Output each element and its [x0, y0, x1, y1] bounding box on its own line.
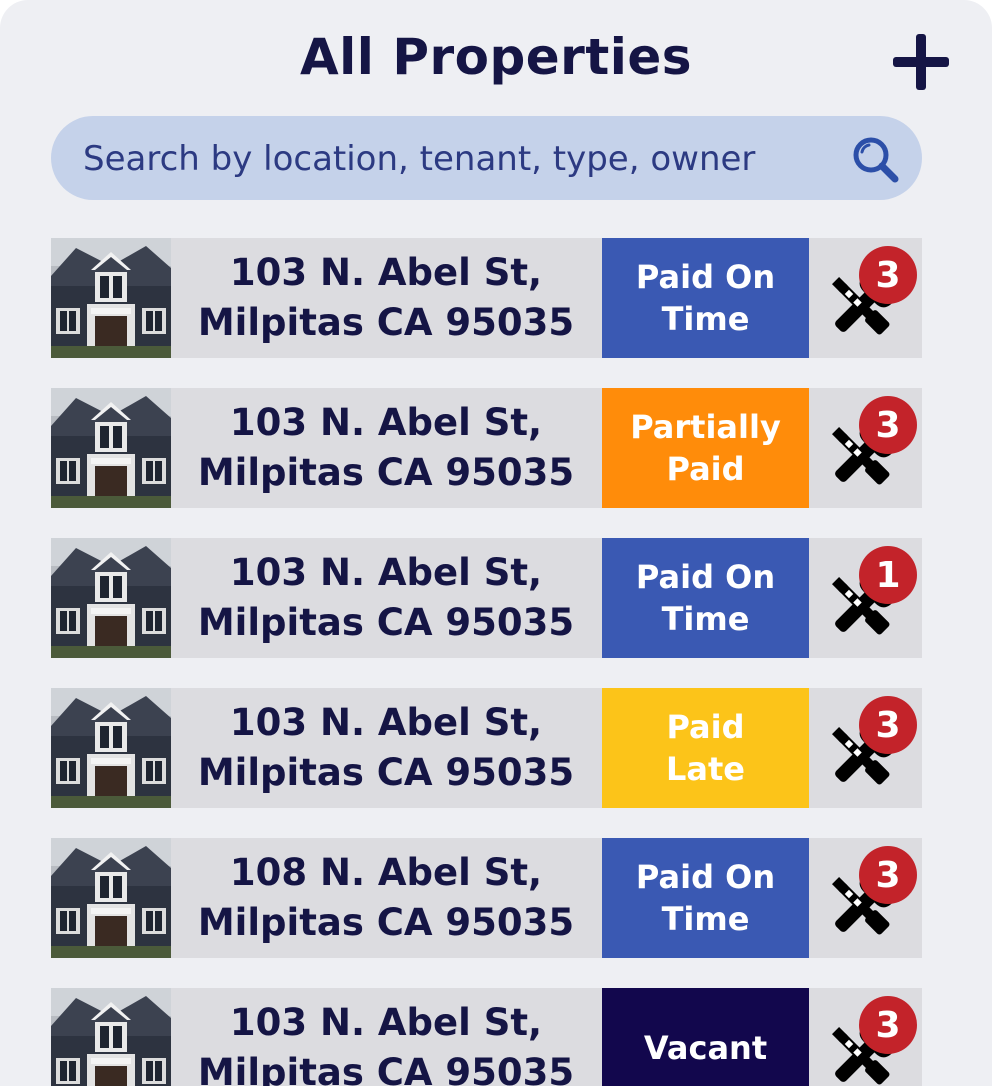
property-address: 103 N. Abel St, Milpitas CA 95035	[171, 988, 601, 1086]
payment-status-label: Vacant	[643, 1029, 768, 1067]
property-photo	[51, 238, 171, 358]
maintenance-count-badge: 3	[859, 396, 917, 454]
property-photo	[51, 388, 171, 508]
property-photo	[51, 988, 171, 1086]
property-photo	[51, 838, 171, 958]
payment-status-badge[interactable]: Paid On Time	[602, 538, 809, 658]
property-row[interactable]: 103 N. Abel St, Milpitas CA 95035 Paid O…	[51, 238, 922, 358]
address-line-2: Milpitas CA 95035	[197, 1051, 575, 1086]
address-line-1: 103 N. Abel St,	[229, 1001, 543, 1044]
maintenance-button[interactable]: 3	[823, 688, 922, 808]
payment-status-label: Paid Late	[666, 708, 745, 788]
payment-status-label: Partially Paid	[630, 408, 781, 488]
property-row[interactable]: 103 N. Abel St, Milpitas CA 95035 Paid La…	[51, 688, 922, 808]
maintenance-button[interactable]: 1	[823, 538, 922, 658]
maintenance-count-badge: 3	[859, 996, 917, 1054]
address-line-2: Milpitas CA 95035	[197, 751, 575, 794]
maintenance-count-badge: 3	[859, 846, 917, 904]
plus-icon[interactable]	[893, 34, 949, 90]
property-address: 103 N. Abel St, Milpitas CA 95035	[171, 538, 601, 658]
property-address: 103 N. Abel St, Milpitas CA 95035	[171, 238, 601, 358]
search-bar[interactable]	[51, 116, 922, 202]
maintenance-button[interactable]: 3	[823, 988, 922, 1086]
property-address: 103 N. Abel St, Milpitas CA 95035	[171, 688, 601, 808]
property-row[interactable]: 103 N. Abel St, Milpitas CA 95035 Vacant…	[51, 988, 922, 1086]
address-line-1: 103 N. Abel St,	[229, 701, 543, 744]
address-line-1: 103 N. Abel St,	[229, 401, 543, 444]
payment-status-label: Paid On Time	[635, 858, 776, 938]
payment-status-badge[interactable]: Paid Late	[602, 688, 809, 808]
maintenance-button[interactable]: 3	[823, 238, 922, 358]
property-photo	[51, 538, 171, 658]
properties-screen: All Properties 103 N. Abel St, Milpitas …	[0, 0, 992, 1086]
maintenance-button[interactable]: 3	[823, 838, 922, 958]
search-icon[interactable]	[850, 134, 900, 184]
payment-status-label: Paid On Time	[635, 558, 776, 638]
maintenance-button[interactable]: 3	[823, 388, 922, 508]
address-line-2: Milpitas CA 95035	[197, 301, 575, 344]
maintenance-count-badge: 1	[859, 546, 917, 604]
address-line-2: Milpitas CA 95035	[197, 601, 575, 644]
address-line-1: 103 N. Abel St,	[229, 251, 543, 294]
payment-status-badge[interactable]: Partially Paid	[602, 388, 809, 508]
address-line-1: 108 N. Abel St,	[229, 851, 543, 894]
property-row[interactable]: 103 N. Abel St, Milpitas CA 95035 Paid O…	[51, 538, 922, 658]
payment-status-badge[interactable]: Vacant	[602, 988, 809, 1086]
payment-status-label: Paid On Time	[635, 258, 776, 338]
address-line-1: 103 N. Abel St,	[229, 551, 543, 594]
page-title: All Properties	[299, 28, 693, 86]
property-row[interactable]: 108 N. Abel St, Milpitas CA 95035 Paid O…	[51, 838, 922, 958]
property-address: 103 N. Abel St, Milpitas CA 95035	[171, 388, 601, 508]
payment-status-badge[interactable]: Paid On Time	[602, 838, 809, 958]
property-photo	[51, 688, 171, 808]
maintenance-count-badge: 3	[859, 696, 917, 754]
search-input[interactable]	[81, 116, 845, 202]
property-row[interactable]: 103 N. Abel St, Milpitas CA 95035 Partia…	[51, 388, 922, 508]
property-address: 108 N. Abel St, Milpitas CA 95035	[171, 838, 601, 958]
address-line-2: Milpitas CA 95035	[197, 451, 575, 494]
address-line-2: Milpitas CA 95035	[197, 901, 575, 944]
payment-status-badge[interactable]: Paid On Time	[602, 238, 809, 358]
maintenance-count-badge: 3	[859, 246, 917, 304]
